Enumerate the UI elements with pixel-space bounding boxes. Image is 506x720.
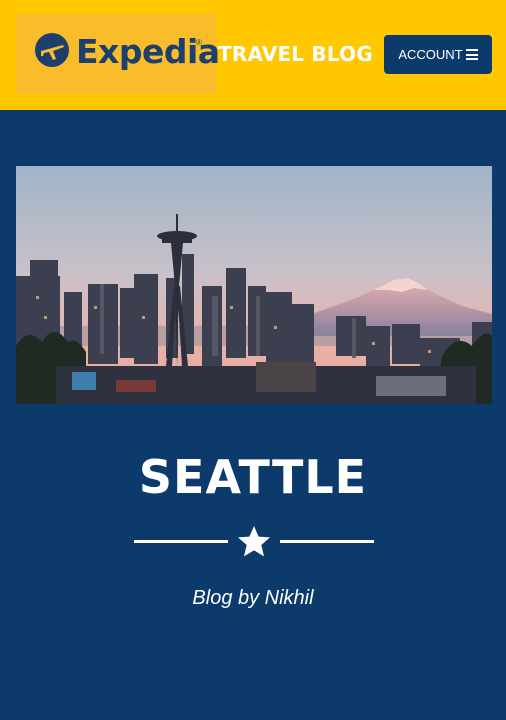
account-button-label: ACCOUNT [398, 47, 463, 62]
site-header: Expedia ® TRAVEL BLOG ACCOUNT [0, 0, 506, 110]
divider-line-right [280, 540, 374, 543]
author-byline: Blog by Nikhil [192, 587, 314, 609]
seattle-skyline-image [16, 166, 492, 404]
blog-page: Expedia ® TRAVEL BLOG ACCOUNT SEATTLE Bl… [0, 0, 506, 720]
hero-image [16, 166, 492, 404]
account-button[interactable]: ACCOUNT [384, 35, 492, 74]
divider-line-left [134, 540, 228, 543]
site-title[interactable]: TRAVEL BLOG [218, 40, 373, 68]
hamburger-icon [465, 49, 478, 60]
star-icon [238, 526, 270, 557]
logo-trademark: ® [196, 38, 202, 47]
page-title: SEATTLE [138, 450, 368, 504]
expedia-logo[interactable]: Expedia ® [16, 14, 220, 94]
plane-globe-icon [35, 33, 69, 67]
